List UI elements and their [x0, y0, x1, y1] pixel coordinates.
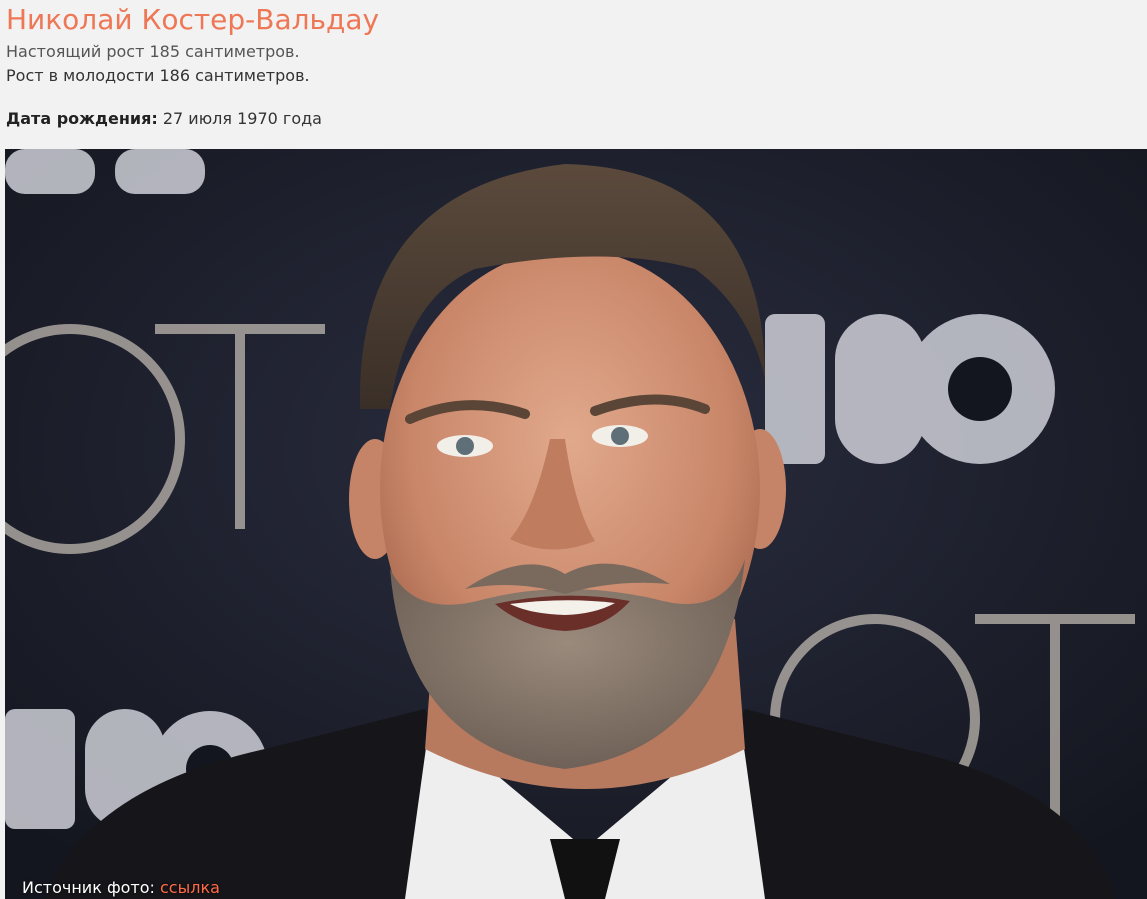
birth-date-row: Дата рождения: 27 июля 1970 года — [6, 109, 322, 129]
person-name-title: Николай Костер-Вальдау — [6, 3, 380, 36]
young-height-text: Рост в молодости 186 сантиметров. — [6, 66, 310, 85]
photo-source-caption: Источник фото: ссылка — [22, 877, 220, 899]
article-page: Николай Костер-Вальдау Настоящий рост 18… — [0, 0, 1147, 899]
photo-illustration — [5, 149, 1147, 899]
actor-photo: Источник фото: ссылка — [5, 149, 1147, 899]
birth-date-value: 27 июля 1970 года — [162, 109, 322, 128]
birth-date-label: Дата рождения: — [6, 109, 158, 128]
photo-source-link[interactable]: ссылка — [160, 878, 220, 897]
real-height-text: Настоящий рост 185 сантиметров. — [6, 42, 300, 61]
photo-source-label: Источник фото: — [22, 878, 155, 897]
